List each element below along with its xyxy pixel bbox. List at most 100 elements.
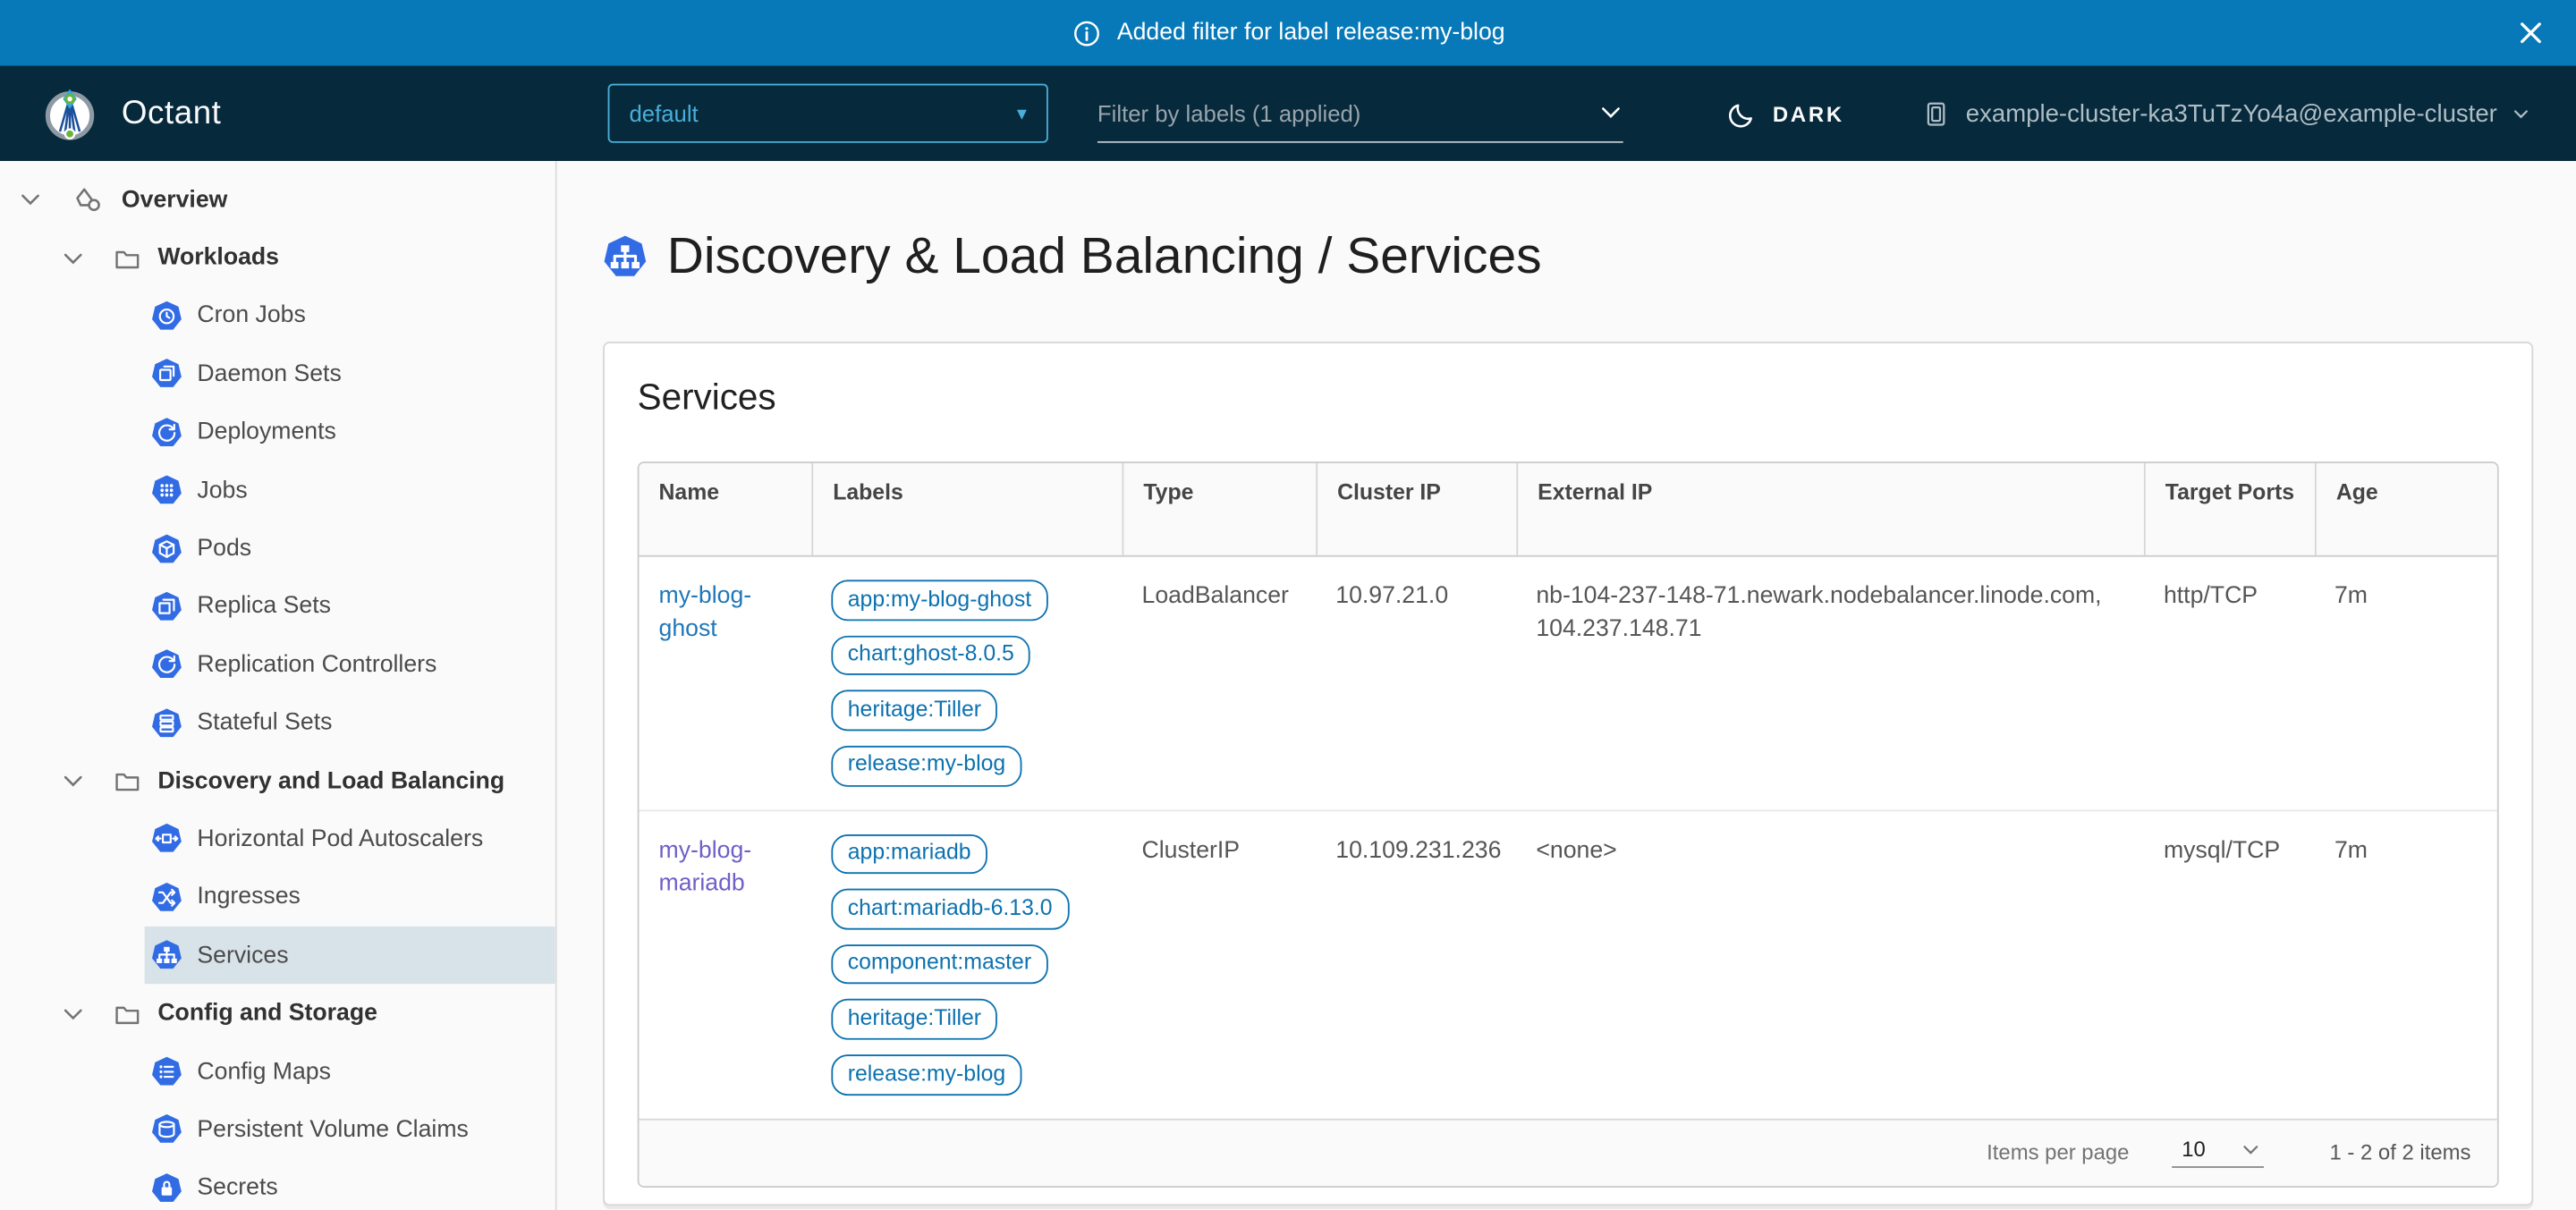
label-badge[interactable]: release:my-blog (831, 746, 1021, 786)
label-filter-input[interactable]: Filter by labels (1 applied) (1097, 84, 1623, 143)
cluster-context-menu[interactable]: example-cluster-ka3TuTzYo4a@example-clus… (1919, 97, 2576, 129)
sidebar-item-label: Config and Storage (157, 1001, 377, 1027)
label-badge[interactable]: heritage:Tiller (831, 690, 997, 731)
sidebar-nav: OverviewWorkloads Cron Jobs Daemon Sets Dep… (0, 161, 557, 1210)
stateful-sets-icon (151, 707, 182, 739)
persistent-volume-claims-icon (151, 1114, 182, 1146)
card-title: Services (638, 377, 2499, 419)
sidebar-item-overview[interactable]: Overview (0, 171, 555, 229)
column-header-age: Age (2315, 463, 2499, 555)
chevron-down-icon (1598, 100, 1623, 125)
table-footer: Items per page 10 1 - 2 of 2 items (639, 1118, 2496, 1185)
cell-cluster_ip: 10.109.231.236 (1316, 810, 1516, 1118)
ingresses-icon (151, 882, 182, 913)
brand: Octant (0, 83, 569, 144)
app-header: Octant default ▾ Filter by labels (1 app… (0, 65, 2576, 161)
sidebar-item-services[interactable]: Services (0, 927, 555, 985)
sidebar-item-cron-jobs[interactable]: Cron Jobs (0, 287, 555, 345)
cell-labels: app:mariadb chart:mariadb-6.13.0 component… (811, 810, 1122, 1118)
items-per-page-label: Items per page (1987, 1140, 2129, 1165)
sidebar-item-workloads[interactable]: Workloads (0, 229, 555, 287)
sidebar-item-pods[interactable]: Pods (0, 520, 555, 578)
sidebar-item-label: Replica Sets (197, 594, 331, 620)
sidebar-item-replica-sets[interactable]: Replica Sets (0, 578, 555, 636)
label-badge[interactable]: chart:mariadb-6.13.0 (831, 889, 1069, 929)
page-size-select[interactable]: 10 (2172, 1137, 2264, 1168)
applications-icon (72, 183, 106, 216)
sidebar-item-discovery-and-load-balancing[interactable]: Discovery and Load Balancing (0, 752, 555, 810)
info-icon (1071, 17, 1102, 48)
label-badge[interactable]: heritage:Tiller (831, 999, 997, 1039)
sidebar-item-persistent-volume-claims[interactable]: Persistent Volume Claims (0, 1101, 555, 1159)
banner-message: Added filter for label release:my-blog (1117, 20, 1505, 46)
sidebar-item-ingresses[interactable]: Ingresses (0, 868, 555, 927)
sidebar-item-label: Daemon Sets (197, 361, 341, 387)
sidebar-item-label: Services (197, 943, 288, 969)
cell-cluster_ip: 10.97.21.0 (1316, 557, 1516, 809)
services-card: Services NameLabelsTypeCluster IPExterna… (603, 342, 2533, 1205)
sidebar-item-jobs[interactable]: Jobs (0, 461, 555, 520)
sidebar-item-daemon-sets[interactable]: Daemon Sets (0, 345, 555, 403)
theme-toggle-label: DARK (1773, 101, 1844, 126)
namespace-select[interactable]: default ▾ (608, 84, 1048, 143)
cluster-context-label: example-cluster-ka3TuTzYo4a@example-clus… (1966, 99, 2497, 127)
column-header-type: Type (1122, 463, 1316, 555)
folder-icon (114, 244, 141, 272)
label-badge[interactable]: chart:ghost-8.0.5 (831, 635, 1030, 675)
sidebar-item-stateful-sets[interactable]: Stateful Sets (0, 694, 555, 752)
cell-external_ip: <none> (1516, 810, 2144, 1118)
daemon-sets-icon (151, 359, 182, 390)
sidebar-item-label: Stateful Sets (197, 710, 332, 736)
page-title-text: Discovery & Load Balancing / Services (667, 226, 1542, 285)
chevron-down-icon[interactable] (16, 188, 42, 213)
chevron-down-icon[interactable] (59, 769, 85, 794)
cell-age: 7m (2315, 810, 2499, 1118)
cell-labels: app:my-blog-ghost chart:ghost-8.0.5 herita… (811, 557, 1122, 809)
cell-name: my-blog-ghost (639, 557, 811, 809)
moon-icon (1726, 97, 1758, 129)
cell-type: LoadBalancer (1122, 557, 1316, 809)
sidebar-item-secrets[interactable]: Secrets (0, 1159, 555, 1210)
replica-sets-icon (151, 591, 182, 622)
service-name-link[interactable]: my-blog-mariadb (659, 837, 752, 896)
octant-app: Added filter for label release:my-blog O… (0, 0, 2576, 1210)
folder-icon (114, 1000, 141, 1028)
cell-name: my-blog-mariadb (639, 810, 811, 1118)
theme-toggle-button[interactable]: DARK (1726, 97, 1843, 129)
column-header-labels: Labels (811, 463, 1122, 555)
sidebar-item-replication-controllers[interactable]: Replication Controllers (0, 636, 555, 694)
sidebar-item-deployments[interactable]: Deployments (0, 403, 555, 461)
page-title: Discovery & Load Balancing / Services (603, 226, 2576, 285)
services-heptagon-icon (603, 234, 648, 279)
namespace-value: default (629, 100, 698, 126)
app-title: Octant (122, 95, 222, 132)
label-badge[interactable]: app:my-blog-ghost (831, 580, 1047, 620)
service-name-link[interactable]: my-blog-ghost (659, 583, 752, 642)
label-badge[interactable]: component:master (831, 944, 1047, 985)
label-badge[interactable]: release:my-blog (831, 1054, 1021, 1095)
sidebar-item-label: Deployments (197, 419, 335, 445)
sidebar-item-label: Cron Jobs (197, 303, 305, 329)
label-badge[interactable]: app:mariadb (831, 833, 987, 874)
cell-target_ports: http/TCP (2144, 557, 2315, 809)
chevron-down-icon[interactable] (59, 1002, 85, 1027)
deployments-icon (151, 417, 182, 448)
table-row: my-blog-mariadb app:mariadb chart:mariadb-… (639, 810, 2496, 1118)
jobs-icon (151, 475, 182, 506)
sidebar-item-config-maps[interactable]: Config Maps (0, 1043, 555, 1101)
sidebar-item-label: Replication Controllers (197, 652, 436, 678)
chevron-down-icon[interactable] (59, 246, 85, 271)
sidebar-item-label: Ingresses (197, 884, 300, 910)
sidebar-item-horizontal-pod-autoscalers[interactable]: Horizontal Pod Autoscalers (0, 810, 555, 868)
cell-type: ClusterIP (1122, 810, 1316, 1118)
table-row: my-blog-ghost app:my-blog-ghost chart:ghos… (639, 557, 2496, 811)
pagination-range: 1 - 2 of 2 items (2330, 1140, 2471, 1165)
cell-target_ports: mysql/TCP (2144, 810, 2315, 1118)
cell-external_ip: nb-104-237-148-71.newark.nodebalancer.li… (1516, 557, 2144, 809)
chevron-down-icon (2241, 1139, 2260, 1159)
sidebar-item-label: Secrets (197, 1175, 277, 1201)
octant-logo-icon (39, 83, 100, 144)
sidebar-item-config-and-storage[interactable]: Config and Storage (0, 985, 555, 1043)
secrets-icon (151, 1172, 182, 1204)
close-icon[interactable] (2517, 19, 2545, 47)
